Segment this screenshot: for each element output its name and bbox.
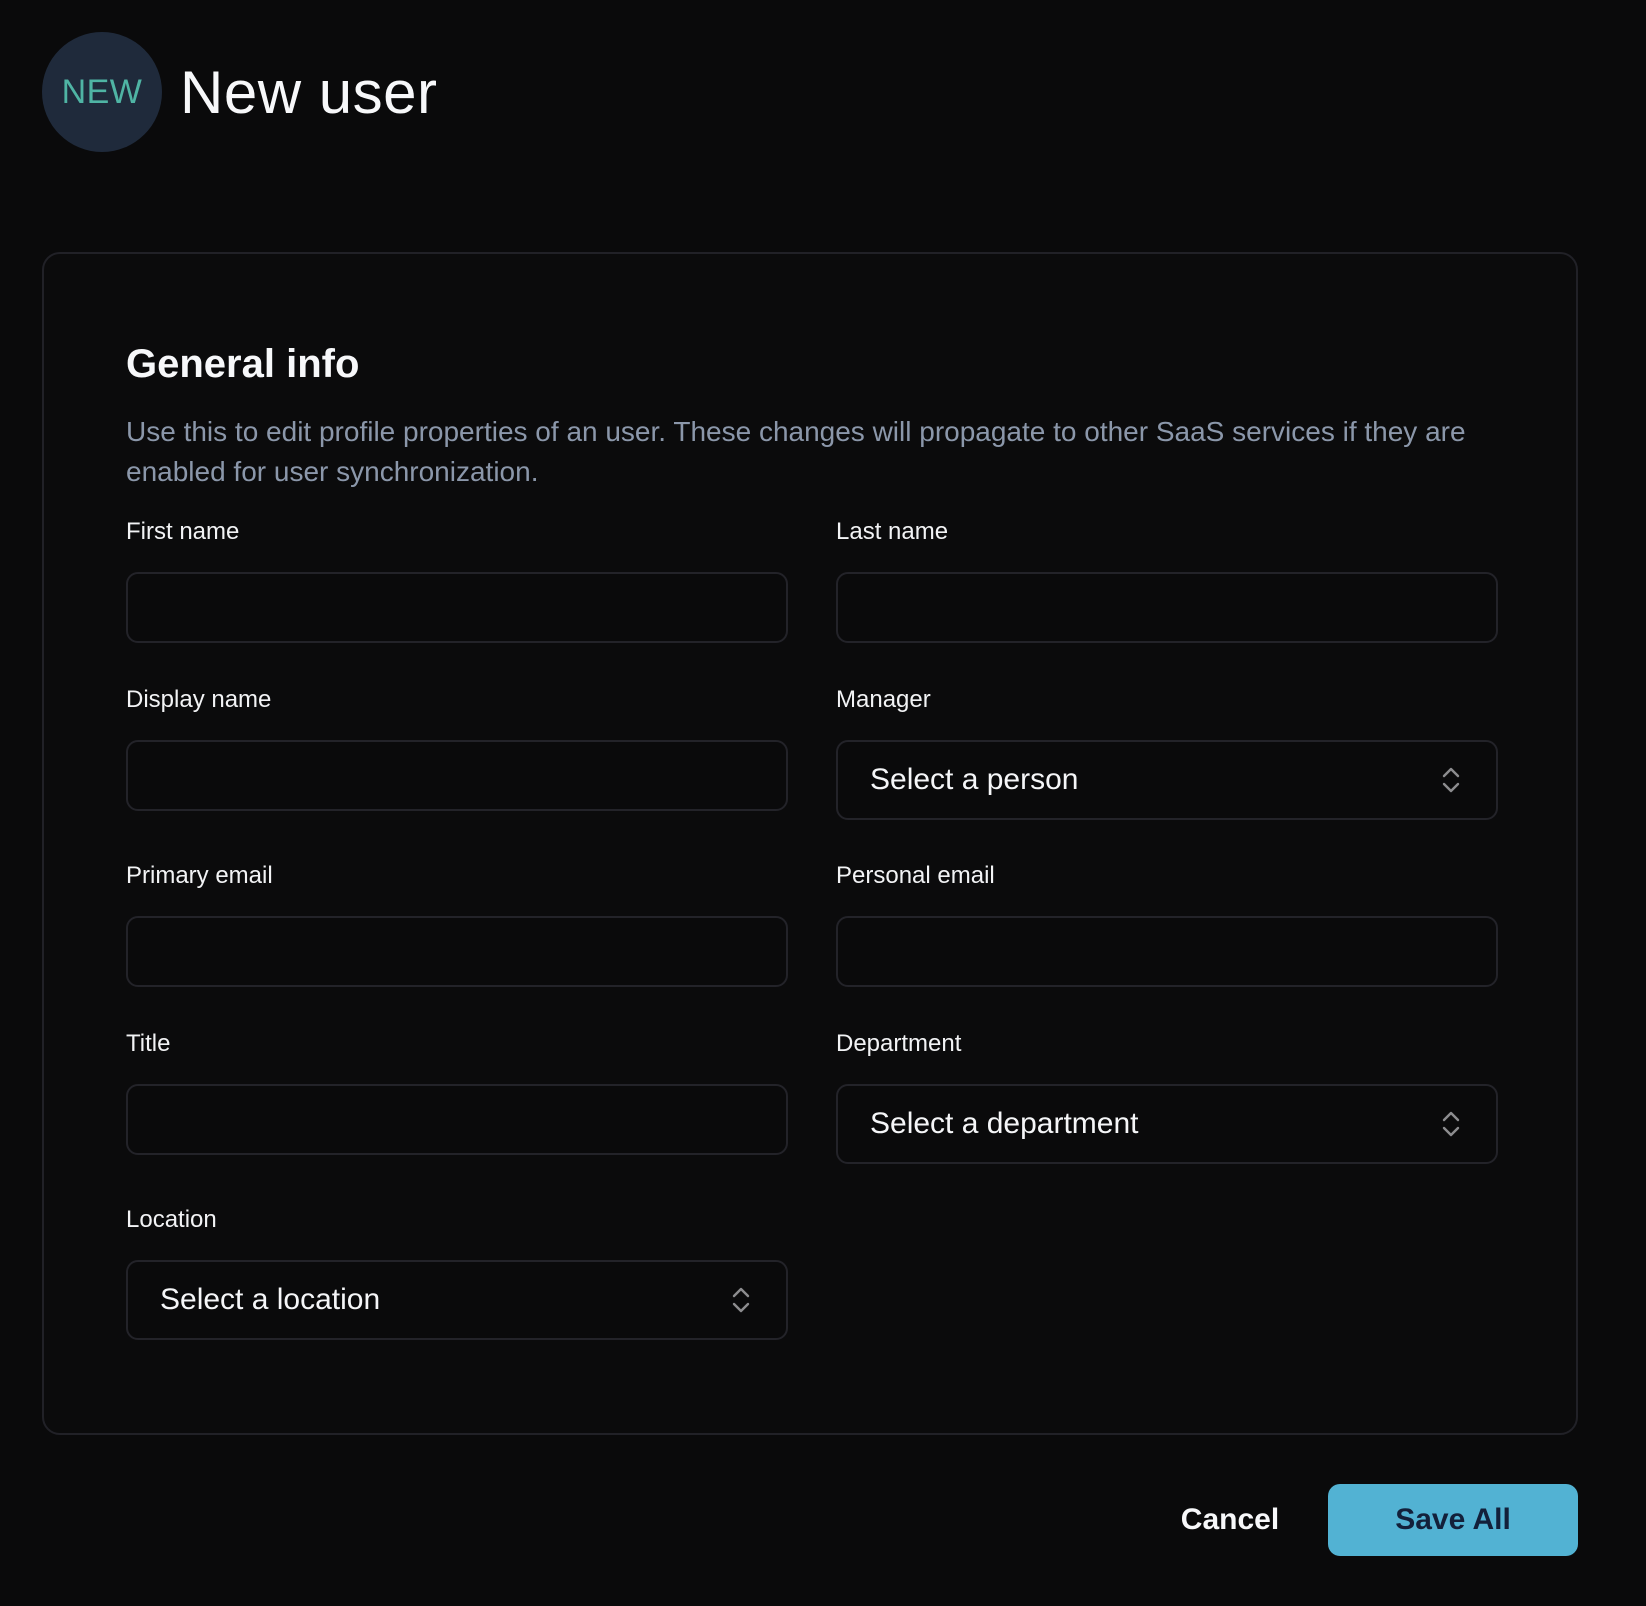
personal-email-field: Personal email bbox=[836, 860, 1498, 987]
chevron-up-down-icon bbox=[732, 1287, 750, 1313]
cancel-button[interactable]: Cancel bbox=[1160, 1484, 1300, 1556]
chevron-up-down-icon bbox=[1442, 1111, 1460, 1137]
department-select-value: Select a department bbox=[870, 1107, 1139, 1140]
save-all-button[interactable]: Save All bbox=[1328, 1484, 1578, 1556]
new-badge-label: NEW bbox=[61, 72, 143, 111]
page-title: New user bbox=[180, 58, 438, 126]
department-select[interactable]: Select a department bbox=[836, 1084, 1498, 1164]
location-field: Location Select a location bbox=[126, 1204, 788, 1340]
last-name-label: Last name bbox=[836, 518, 949, 545]
section-description: Use this to edit profile properties of a… bbox=[126, 416, 1466, 487]
primary-email-field: Primary email bbox=[126, 860, 788, 987]
title-label: Title bbox=[126, 1030, 171, 1057]
new-badge: NEW bbox=[42, 32, 162, 152]
display-name-field: Display name bbox=[126, 684, 788, 811]
location-label: Location bbox=[126, 1206, 217, 1233]
display-name-input[interactable] bbox=[126, 740, 788, 811]
manager-select-value: Select a person bbox=[870, 763, 1079, 796]
title-field: Title bbox=[126, 1028, 788, 1155]
last-name-input[interactable] bbox=[836, 572, 1498, 643]
form-actions: Cancel Save All bbox=[0, 1484, 1646, 1556]
manager-label: Manager bbox=[836, 686, 931, 713]
personal-email-input[interactable] bbox=[836, 916, 1498, 987]
display-name-label: Display name bbox=[126, 686, 272, 713]
first-name-field: First name bbox=[126, 516, 788, 643]
page-header: NEW New user bbox=[42, 32, 437, 152]
general-info-card: General info Use this to edit profile pr… bbox=[42, 252, 1578, 1435]
location-select-value: Select a location bbox=[160, 1283, 381, 1316]
primary-email-label: Primary email bbox=[126, 862, 273, 889]
first-name-input[interactable] bbox=[126, 572, 788, 643]
title-input[interactable] bbox=[126, 1084, 788, 1155]
last-name-field: Last name bbox=[836, 516, 1498, 643]
personal-email-label: Personal email bbox=[836, 862, 995, 889]
primary-email-input[interactable] bbox=[126, 916, 788, 987]
manager-select[interactable]: Select a person bbox=[836, 740, 1498, 820]
chevron-up-down-icon bbox=[1442, 767, 1460, 793]
section-title: General info bbox=[126, 342, 360, 386]
location-select[interactable]: Select a location bbox=[126, 1260, 788, 1340]
first-name-label: First name bbox=[126, 518, 240, 545]
department-field: Department Select a department bbox=[836, 1028, 1498, 1164]
manager-field: Manager Select a person bbox=[836, 684, 1498, 820]
department-label: Department bbox=[836, 1030, 962, 1057]
